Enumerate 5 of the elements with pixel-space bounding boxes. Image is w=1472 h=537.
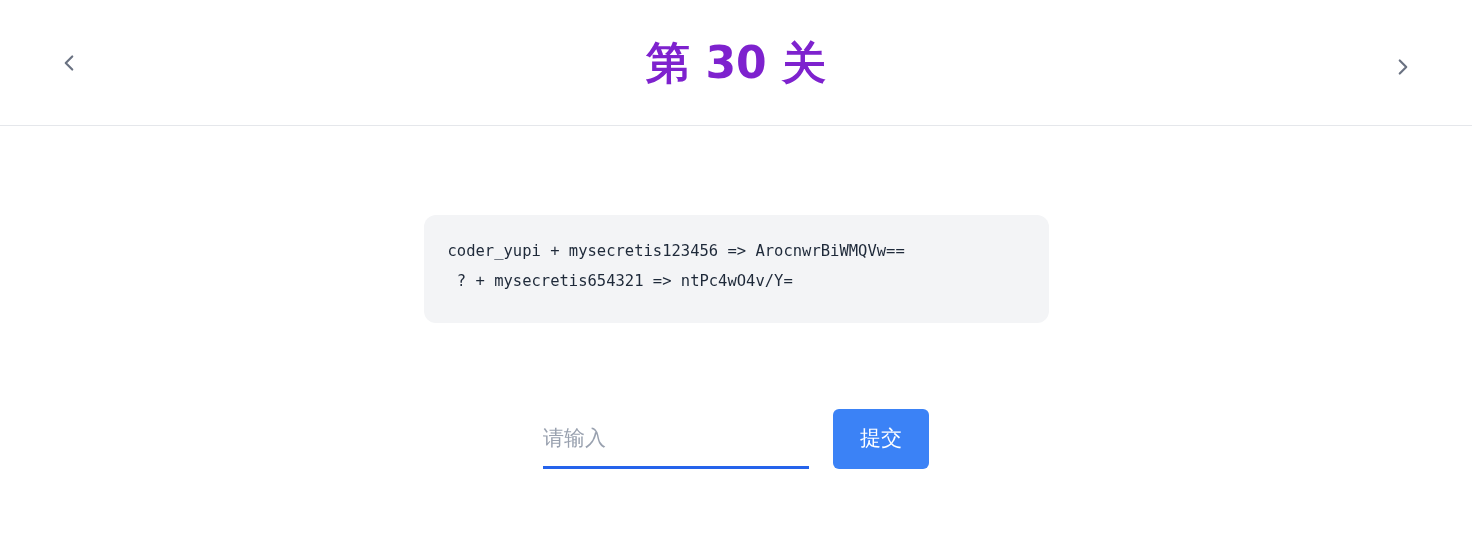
level-title: 第 30 关 <box>646 40 826 85</box>
code-line: ? + mysecretis654321 => ntPc4wO4v/Y= <box>455 271 794 292</box>
code-line: coder_yupi + mysecretis123456 => ArocnwrBiWMQVw== <box>447 241 906 262</box>
submit-button[interactable]: 提交 <box>833 409 929 469</box>
answer-field[interactable]: 请输入 <box>543 409 809 469</box>
